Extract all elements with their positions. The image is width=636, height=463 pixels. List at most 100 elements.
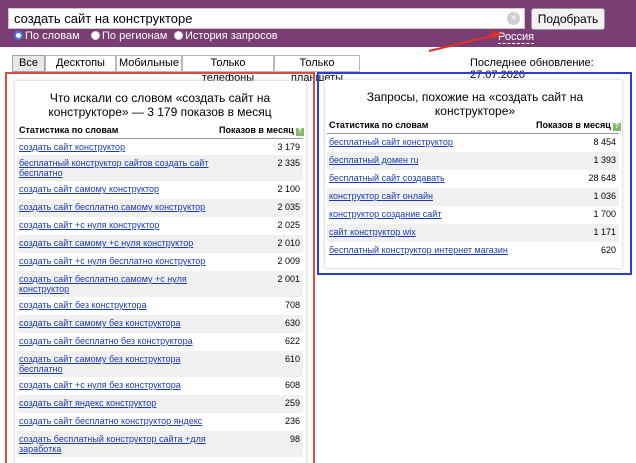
radio-selected-icon — [14, 31, 23, 40]
table-row: создать сайт +с нуля бесплатно конструкт… — [17, 253, 303, 271]
left-highlight-frame: Что искали со словом «создать сайт на ко… — [5, 72, 315, 463]
keyword-link[interactable]: создать сайт бесплатно без конструктора — [19, 336, 193, 346]
impressions-count: 630 — [284, 318, 300, 328]
impressions-count: 2 025 — [277, 220, 300, 230]
impressions-count: 708 — [284, 300, 300, 310]
keyword-link[interactable]: создать сайт бесплатно самому +с нуля ко… — [19, 274, 219, 294]
keyword-link[interactable]: сайт конструктор wix — [329, 227, 416, 237]
panel-title: Что искали со словом «создать сайт на ко… — [48, 91, 272, 119]
col-count-label: Показов в месяц — [536, 120, 611, 130]
table-row: создать сайт самому без конструктора бес… — [17, 351, 303, 377]
tab-phones[interactable]: Только телефоны — [182, 55, 274, 84]
col-count-header: Показов в месяц? — [219, 125, 304, 136]
table-row: создать сайт конструктор 3 179 — [17, 139, 303, 155]
tab-mobile[interactable]: Мобильные — [116, 55, 182, 72]
table-row: создать сайт самому без конструктора 630 — [17, 315, 303, 333]
annotation-arrow-icon — [428, 30, 502, 52]
table-row: бесплатный конструктор интернет магазин … — [327, 242, 619, 260]
panel-title: Запросы, похожие на «создать сайт на кон… — [366, 90, 584, 118]
impressions-count: 2 035 — [277, 202, 300, 212]
keyword-link[interactable]: создать сайт конструктор — [19, 142, 125, 152]
keyword-link[interactable]: конструктор создание сайт — [329, 209, 441, 219]
impressions-count: 3 179 — [277, 142, 300, 152]
table-row: создать сайт без конструктора 708 — [17, 297, 303, 315]
help-icon[interactable]: ? — [295, 128, 304, 136]
keyword-link[interactable]: бесплатный конструктор сайтов создать са… — [19, 158, 219, 178]
table-row: создать сайт бесплатно самому конструкто… — [17, 199, 303, 217]
keyword-link[interactable]: бесплатный сайт конструктор — [329, 137, 453, 147]
keyword-link[interactable]: создать сайт самому +с нуля конструктор — [19, 238, 193, 248]
table-row: создать сайт бесплатно самому +с нуля ко… — [17, 271, 303, 297]
keyword-link[interactable]: создать сайт без конструктора — [19, 300, 147, 310]
impressions-count: 259 — [284, 398, 300, 408]
keyword-link[interactable]: создать сайт бесплатно самому конструкто… — [19, 202, 205, 212]
table-row: создать сайт бесплатно без конструктора … — [17, 333, 303, 351]
impressions-count: 236 — [284, 416, 300, 426]
keyword-link[interactable]: создать бесплатный конструктор сайта +дл… — [19, 434, 219, 454]
keyword-link[interactable]: создать сайт яндекс конструктор — [19, 398, 156, 408]
keyword-link[interactable]: бесплатный конструктор интернет магазин — [329, 245, 508, 255]
impressions-count: 2 100 — [277, 184, 300, 194]
keyword-link[interactable]: создать сайт самому без конструктора бес… — [19, 354, 219, 374]
impressions-count: 622 — [284, 336, 300, 346]
tab-desktops[interactable]: Десктопы — [45, 55, 116, 72]
keyword-link[interactable]: бесплатный домен ru — [329, 155, 419, 165]
help-icon[interactable]: ? — [612, 123, 621, 131]
mode-label: История запросов — [185, 30, 278, 42]
table-row: бесплатный домен ru 1 393 — [327, 152, 619, 170]
table-row: конструктор создание сайт 1 700 — [327, 206, 619, 224]
table-row: создать сайт самому +с нуля конструктор … — [17, 235, 303, 253]
col-keyword-header: Статистика по словам — [19, 125, 119, 135]
table-row: создать сайт +с нуля без конструктора 60… — [17, 377, 303, 395]
words-stats-panel: Что искали со словом «создать сайт на ко… — [15, 81, 306, 463]
impressions-count: 1 036 — [593, 191, 616, 201]
impressions-count: 8 454 — [593, 137, 616, 147]
impressions-count: 2 335 — [277, 158, 300, 168]
col-count-label: Показов в месяц — [219, 125, 294, 135]
table-row: создать сайт бесплатно конструктор яндек… — [17, 413, 303, 431]
impressions-count: 610 — [284, 354, 300, 364]
impressions-count: 620 — [600, 245, 616, 255]
keyword-link[interactable]: создать сайт самому конструктор — [19, 184, 159, 194]
table-row: создать сайт самому конструктор 2 100 — [17, 181, 303, 199]
table-row: создать сайт яндекс конструктор 259 — [17, 395, 303, 413]
impressions-count: 1 393 — [593, 155, 616, 165]
search-button[interactable]: Подобрать — [531, 8, 605, 30]
impressions-count: 608 — [284, 380, 300, 390]
col-count-header: Показов в месяц? — [536, 120, 621, 131]
keyword-link[interactable]: создать сайт самому без конструктора — [19, 318, 181, 328]
impressions-count: 28 648 — [588, 173, 616, 183]
search-header: × Подобрать По словам По регионам Истори… — [0, 0, 636, 47]
keyword-link[interactable]: конструктор сайт онлайн — [329, 191, 433, 201]
right-highlight-frame: Запросы, похожие на «создать сайт на кон… — [317, 72, 632, 275]
keyword-link[interactable]: создать сайт +с нуля без конструктора — [19, 380, 181, 390]
table-row: конструктор сайт онлайн 1 036 — [327, 188, 619, 206]
keyword-link[interactable]: создать сайт +с нуля бесплатно конструкт… — [19, 256, 205, 266]
mode-label: По словам — [25, 30, 80, 42]
impressions-count: 2 001 — [277, 274, 300, 284]
table-row: создать сайт +с нуля конструктор 2 025 — [17, 217, 303, 235]
mode-by-words[interactable]: По словам — [14, 30, 80, 42]
impressions-count: 2 009 — [277, 256, 300, 266]
tab-all[interactable]: Все — [12, 55, 45, 72]
radio-icon — [174, 31, 183, 40]
table-row: бесплатный конструктор сайтов создать са… — [17, 155, 303, 181]
table-row: создать бесплатный конструктор сайта +дл… — [17, 431, 303, 457]
col-keyword-header: Статистика по словам — [329, 120, 429, 130]
mode-by-regions[interactable]: По регионам — [91, 30, 167, 42]
table-row: бесплатный сайт конструктор 8 454 — [327, 134, 619, 152]
mode-label: По регионам — [102, 30, 168, 42]
keyword-link[interactable]: создать сайт +с нуля конструктор — [19, 220, 159, 230]
mode-history[interactable]: История запросов — [174, 30, 278, 42]
impressions-count: 98 — [289, 434, 300, 444]
radio-icon — [91, 31, 100, 40]
impressions-count: 2 010 — [277, 238, 300, 248]
similar-queries-panel: Запросы, похожие на «создать сайт на кон… — [325, 80, 622, 268]
keyword-link[interactable]: бесплатный сайт создавать — [329, 173, 445, 183]
clear-icon[interactable]: × — [507, 12, 520, 25]
keyword-link[interactable]: создать сайт бесплатно конструктор яндек… — [19, 416, 202, 426]
table-row: сайт конструктор wix 1 171 — [327, 224, 619, 242]
impressions-count: 1 171 — [593, 227, 616, 237]
tab-tablets[interactable]: Только планшеты — [274, 55, 360, 84]
impressions-count: 1 700 — [593, 209, 616, 219]
